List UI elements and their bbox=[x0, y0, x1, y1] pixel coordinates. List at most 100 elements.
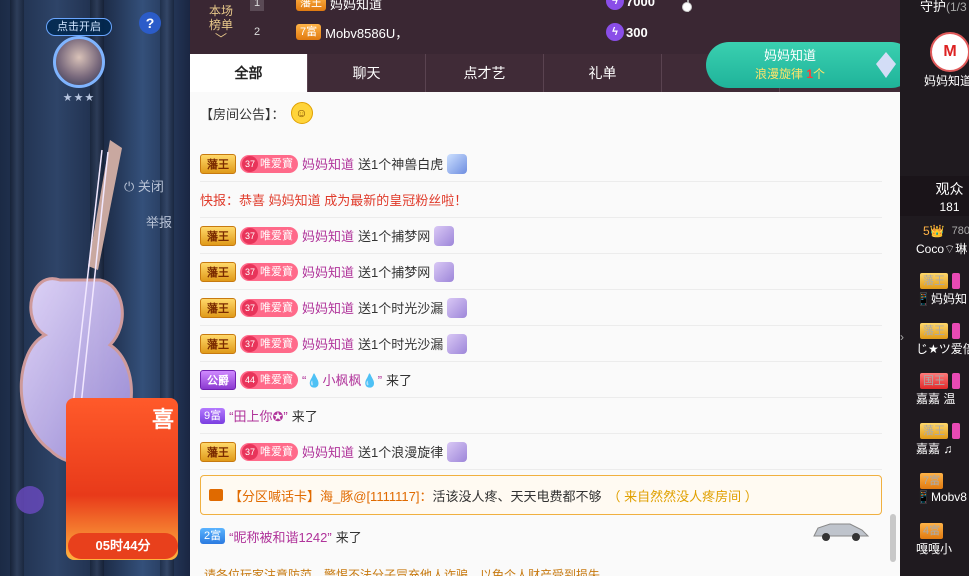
user-name: 嘉嘉 ♫ bbox=[916, 442, 953, 456]
chat-message: 9富 “田上你✪” 来了 bbox=[200, 398, 882, 434]
user-extra: 780 bbox=[951, 225, 969, 237]
fan-badge: 37 唯爱寶 bbox=[240, 298, 298, 317]
message-text: 来了 bbox=[291, 409, 318, 424]
dreamcatcher-gift-icon bbox=[434, 261, 455, 282]
rank-badge: 藩王 bbox=[200, 261, 236, 282]
megaphone-icon bbox=[209, 489, 223, 501]
ranking-label-text: 本场榜单 bbox=[208, 4, 233, 32]
bubble-gift-name: 浪漫旋律 bbox=[754, 67, 807, 81]
ranking-label[interactable]: 本场榜单 ﹀ bbox=[204, 4, 238, 46]
chevron-down-icon: ﹀ bbox=[214, 32, 227, 46]
close-button[interactable]: ⏻ 关闭 bbox=[124, 176, 164, 195]
username[interactable]: 妈妈知道 bbox=[302, 154, 354, 173]
slider-handle[interactable] bbox=[682, 2, 692, 12]
user-name: 嘉嘉 温 bbox=[916, 392, 956, 406]
ranking-row[interactable]: 1 藩王 妈妈知道 bbox=[250, 0, 382, 14]
car-icon bbox=[813, 523, 870, 541]
username[interactable]: “昵称被和谐1242” bbox=[229, 527, 332, 546]
user-tag: 5👑 bbox=[923, 224, 945, 238]
gift-tag: 喜 bbox=[152, 407, 175, 432]
chat-message: 公爵 44 唯爱寶 “💧小枫枫💧” 来了 bbox=[200, 362, 882, 398]
user-name: 嘎嘎小 bbox=[916, 542, 953, 556]
rank-badge: 藩王 bbox=[200, 153, 236, 174]
tab-talent[interactable]: 点才艺 bbox=[426, 54, 544, 92]
audience-title: 观众 bbox=[935, 181, 964, 197]
fan-badge: 37 唯爱寶 bbox=[240, 154, 298, 173]
audience-item[interactable]: 5👑 780 Coco⌔琳 bbox=[916, 222, 969, 272]
guard-header[interactable]: 守护(1/3 bbox=[920, 0, 967, 15]
rank-badge: 藩王 bbox=[200, 333, 236, 354]
wealth-badge: 9富 bbox=[200, 407, 226, 424]
username[interactable]: 妈妈知道 bbox=[302, 226, 354, 245]
hourglass-gift-icon bbox=[447, 297, 468, 318]
message-text: 送1个捕梦网 bbox=[358, 265, 431, 280]
message-text: 送1个神兽白虎 bbox=[358, 157, 444, 172]
expand-icon[interactable]: › bbox=[900, 330, 914, 350]
username[interactable]: “💧小枫枫💧” bbox=[302, 370, 382, 389]
hourglass-gift-icon bbox=[447, 333, 468, 354]
rank-badge: 藩王 bbox=[200, 225, 236, 246]
ranking-score: ϟ 7000 bbox=[606, 0, 655, 10]
avatar[interactable] bbox=[53, 36, 105, 88]
fan-badge: 37 唯爱寶 bbox=[240, 442, 298, 461]
melody-gift-icon bbox=[447, 441, 468, 462]
username[interactable]: 妈妈知道 bbox=[302, 262, 354, 281]
tab-all[interactable]: 全部 bbox=[190, 54, 308, 92]
zone-card-source[interactable]: （ 来自然然没人疼房间 ） bbox=[607, 486, 757, 505]
streamer-avatar-block[interactable]: 点击开启 ★★★ bbox=[46, 12, 112, 104]
pink-badge bbox=[952, 273, 960, 289]
user-name: Coco⌔琳 bbox=[916, 242, 968, 256]
message-text: 来了 bbox=[335, 529, 362, 545]
audience-item[interactable]: 藩王 嘉嘉 ♫ bbox=[916, 422, 969, 472]
audience-item[interactable]: 国王 嘉嘉 温 bbox=[916, 372, 969, 422]
username[interactable]: “田上你✪” bbox=[229, 406, 288, 425]
tab-gift-list[interactable]: 礼单 bbox=[544, 54, 662, 92]
open-badge[interactable]: 点击开启 bbox=[46, 18, 112, 36]
chat-message: 藩王 37 唯爱寶 妈妈知道 送1个神兽白虎 bbox=[200, 146, 882, 182]
username[interactable]: 妈妈知道 bbox=[302, 442, 354, 461]
guard-name[interactable]: 妈妈知道 bbox=[924, 72, 969, 89]
flash-text: 快报：恭喜 妈妈知道 成为最新的皇冠粉丝啦！ bbox=[200, 193, 468, 208]
chat-panel: 全部 聊天 点才艺 礼单 【房间公告】： ☺ 藩王 37 唯爱寶 妈妈知道 送1个… bbox=[190, 54, 900, 576]
guard-avatar[interactable]: M bbox=[930, 32, 969, 72]
username[interactable]: 妈妈知道 bbox=[302, 334, 354, 353]
message-text: 来了 bbox=[386, 373, 413, 388]
help-icon[interactable]: ? bbox=[139, 12, 161, 34]
zone-shout-card: 【分区喊话卡】 海_豚@[1111117]： 活该没人疼、天天电费都不够 （ 来… bbox=[200, 475, 882, 515]
audience-item[interactable]: 7富 📱Mobv8 bbox=[916, 472, 969, 522]
audience-header[interactable]: 观众 181 bbox=[900, 176, 969, 216]
username[interactable]: 妈妈知道 bbox=[302, 298, 354, 317]
user-name: 📱妈妈知 bbox=[916, 292, 967, 306]
user-tag: 7富 bbox=[920, 473, 944, 489]
chat-message: 藩王 37 唯爱寶 妈妈知道 送1个捕梦网 bbox=[200, 218, 882, 254]
audience-item[interactable]: 4富 嘎嘎小 bbox=[916, 522, 969, 572]
pink-badge bbox=[952, 373, 960, 389]
guard-title: 守护 bbox=[920, 0, 947, 14]
audience-item[interactable]: 藩王 じ★ツ爱倍 bbox=[916, 322, 969, 372]
report-button[interactable]: 举报 bbox=[146, 212, 172, 231]
fan-level: 44 bbox=[242, 371, 258, 388]
zone-card-label: 【分区喊话卡】 bbox=[229, 488, 321, 504]
audience-count: 181 bbox=[939, 200, 960, 214]
fan-label: 唯爱寶 bbox=[260, 301, 293, 314]
zone-card-user[interactable]: 海_豚@[1111117]： bbox=[320, 486, 432, 505]
chat-scrollbar[interactable] bbox=[890, 514, 896, 562]
ranking-row[interactable]: 2 7富 Mobv8586U， bbox=[250, 21, 408, 43]
tab-chat[interactable]: 聊天 bbox=[308, 54, 426, 92]
fan-level: 37 bbox=[242, 299, 258, 316]
ranking-user: 妈妈知道 bbox=[330, 0, 383, 12]
user-name: 📱Mobv8 bbox=[916, 490, 967, 504]
live-stream-panel: 点击开启 ★★★ ? ⏻ 关闭 举报 喜 05时44分 bbox=[0, 0, 190, 576]
user-tag: 藩王 bbox=[920, 323, 948, 339]
ranking-user: Mobv8586U， bbox=[325, 25, 409, 41]
fan-level: 37 bbox=[242, 155, 258, 172]
smiley-icon: ☺ bbox=[290, 102, 313, 124]
audience-item[interactable]: 藩王 📱妈妈知 bbox=[916, 272, 969, 322]
room-announcement: 【房间公告】： ☺ bbox=[200, 102, 313, 124]
audience-list: 5👑 780 Coco⌔琳 藩王 📱妈妈知 藩王 じ★ツ爱倍 国王 嘉嘉 温 藩王… bbox=[916, 222, 969, 572]
rank-badge: 公爵 bbox=[200, 369, 236, 390]
fan-badge: 37 唯爱寶 bbox=[240, 226, 298, 245]
melody-gift-icon bbox=[876, 52, 896, 78]
song-gift-bubble[interactable]: 妈妈知道 浪漫旋律 1个 bbox=[706, 42, 914, 88]
fan-level: 37 bbox=[242, 263, 258, 280]
